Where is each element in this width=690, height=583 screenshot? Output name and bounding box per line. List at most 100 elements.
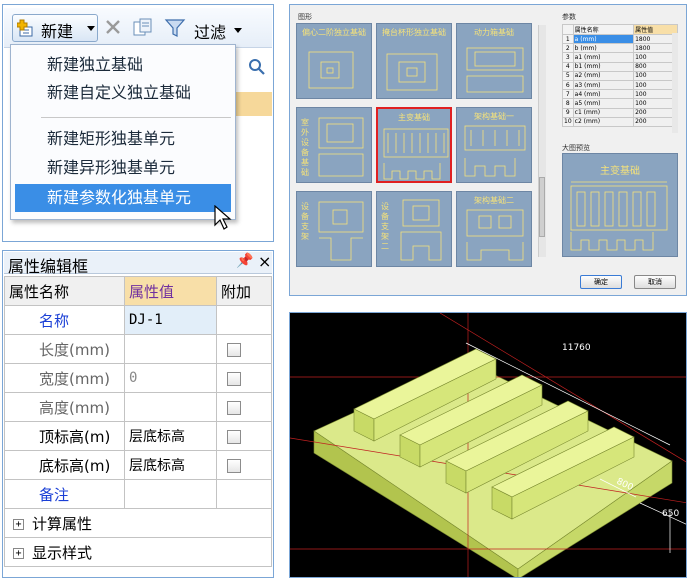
param-row[interactable]: 7 a4 (mm) 100 xyxy=(562,89,678,100)
extra-checkbox[interactable] xyxy=(227,400,241,415)
param-value[interactable]: 800 xyxy=(633,61,678,72)
shape-tile-title: 动力箱基础 xyxy=(474,28,514,37)
close-icon[interactable]: × xyxy=(258,252,271,271)
param-index: 6 xyxy=(562,79,574,91)
param-value[interactable]: 100 xyxy=(633,52,678,63)
property-value[interactable]: 0 xyxy=(124,363,217,393)
search-icon[interactable] xyxy=(248,58,266,76)
property-group[interactable]: + 显示样式 xyxy=(4,537,272,567)
property-name: 长度(mm) xyxy=(4,334,125,364)
shape-tile[interactable]: 掩台杯形独立基础 xyxy=(376,23,452,99)
cancel-button[interactable]: 取消 xyxy=(634,275,676,289)
param-table-header: 属性名称 属性值 xyxy=(562,24,678,35)
property-name: 高度(mm) xyxy=(4,392,125,422)
pin-icon[interactable]: 📌 xyxy=(236,253,253,269)
toolbar: 新建 过滤 xyxy=(4,8,272,48)
property-row[interactable]: 名称 DJ-1 xyxy=(4,305,272,335)
shape-tile[interactable]: 室外设备基础 xyxy=(296,107,372,183)
param-row[interactable]: 9 c1 (mm) 200 xyxy=(562,107,678,118)
param-value[interactable]: 200 xyxy=(633,116,678,127)
new-dropdown-button[interactable]: 新建 xyxy=(12,14,98,42)
property-group-row[interactable]: + 显示样式 xyxy=(4,537,272,567)
param-value[interactable]: 100 xyxy=(633,98,678,109)
delete-icon[interactable] xyxy=(104,18,122,36)
property-row[interactable]: 高度(mm) xyxy=(4,392,272,422)
property-extra xyxy=(216,392,272,422)
param-table: 属性名称 属性值 1a (mm) 1800 2 b (mm) 1800 3 a1 (mm) 1… xyxy=(562,24,678,127)
gallery-scrollbar-thumb[interactable] xyxy=(539,177,545,237)
shape-tile[interactable]: 设备支架二 xyxy=(376,191,452,267)
param-row[interactable]: 6 a3 (mm) 100 xyxy=(562,79,678,91)
expand-icon[interactable]: + xyxy=(13,518,24,530)
property-name: 顶标高(m) xyxy=(4,421,125,451)
ok-button[interactable]: 确定 xyxy=(580,275,622,289)
property-extra xyxy=(216,450,272,480)
param-row[interactable]: 2b (mm) 1800 xyxy=(562,43,678,54)
param-row[interactable]: 5 a2 (mm) 100 xyxy=(562,70,678,81)
extra-checkbox[interactable] xyxy=(227,371,241,386)
property-row[interactable]: 长度(mm) xyxy=(4,334,272,364)
mouse-cursor-icon xyxy=(214,205,232,230)
filter-icon[interactable] xyxy=(164,18,186,38)
3d-viewport[interactable]: 11760 800 650 xyxy=(289,312,687,578)
param-row[interactable]: 8 a5 (mm) 100 xyxy=(562,98,678,109)
property-value[interactable]: 层底标高 xyxy=(124,421,217,451)
shape-tile[interactable]: 设备支架 xyxy=(296,191,372,267)
param-index: 8 xyxy=(562,98,574,109)
menu-item-new-parametric-unit[interactable]: 新建参数化独基单元 xyxy=(15,184,231,212)
property-value[interactable] xyxy=(124,334,217,364)
filter-chevron-down-icon[interactable] xyxy=(234,28,242,33)
property-name: 宽度(mm) xyxy=(4,363,125,393)
param-name: a2 (mm) xyxy=(572,70,635,81)
param-col-value: 属性值 xyxy=(633,24,678,35)
param-row[interactable]: 10 c2 (mm) 200 xyxy=(562,116,678,127)
shape-tile[interactable]: 偏心二阶独立基础 xyxy=(296,23,372,99)
property-value[interactable] xyxy=(124,479,217,509)
param-index: 10 xyxy=(562,116,574,127)
extra-checkbox[interactable] xyxy=(227,342,241,357)
property-extra xyxy=(216,334,272,364)
param-row[interactable]: 1a (mm) 1800 xyxy=(562,33,678,45)
property-group-label: 计算属性 xyxy=(32,514,93,533)
property-name: 名称 xyxy=(4,305,125,335)
property-value[interactable]: DJ-1 xyxy=(124,305,217,335)
menu-item-new-custom-foundation[interactable]: 新建自定义独立基础 xyxy=(11,79,235,107)
property-row[interactable]: 顶标高(m) 层底标高 xyxy=(4,421,272,451)
new-item-icon xyxy=(17,19,33,37)
extra-checkbox[interactable] xyxy=(227,429,241,444)
param-value[interactable]: 100 xyxy=(633,70,678,81)
property-row[interactable]: 宽度(mm) 0 xyxy=(4,363,272,393)
preview-label: 大图预览 xyxy=(562,144,590,152)
param-value[interactable]: 100 xyxy=(633,89,678,100)
property-group-row[interactable]: + 计算属性 xyxy=(4,508,272,538)
param-row[interactable]: 4 b1 (mm) 800 xyxy=(562,61,678,72)
filter-button-label[interactable]: 过滤 xyxy=(194,19,226,43)
param-value[interactable]: 1800 xyxy=(633,33,678,45)
property-row[interactable]: 底标高(m) 层底标高 xyxy=(4,450,272,480)
property-panel-header: 属性编辑框 📌 × xyxy=(4,252,272,276)
param-value[interactable]: 200 xyxy=(633,107,678,118)
shape-tile-title: 设备支架 xyxy=(301,202,309,241)
property-group[interactable]: + 计算属性 xyxy=(4,508,272,538)
shape-tile[interactable]: 动力箱基础 xyxy=(456,23,532,99)
shape-tile[interactable]: 主变基础 xyxy=(376,107,452,183)
shape-tile-title: 架构基础二 xyxy=(474,196,514,205)
menu-item-new-independent-foundation[interactable]: 新建独立基础 xyxy=(11,51,235,79)
3d-foundation-model xyxy=(290,313,686,577)
param-value[interactable]: 1800 xyxy=(633,43,678,54)
param-scrollbar[interactable] xyxy=(672,33,678,133)
shape-tile[interactable]: 架构基础二 xyxy=(456,191,532,267)
property-value[interactable]: 层底标高 xyxy=(124,450,217,480)
param-value[interactable]: 100 xyxy=(633,79,678,91)
extra-checkbox[interactable] xyxy=(227,458,241,473)
expand-icon[interactable]: + xyxy=(13,547,24,559)
col-header-value: 属性值 xyxy=(124,276,217,306)
copy-icon[interactable] xyxy=(132,18,154,38)
property-row[interactable]: 备注 xyxy=(4,479,272,509)
param-index: 5 xyxy=(562,70,574,81)
param-row[interactable]: 3 a1 (mm) 100 xyxy=(562,52,678,63)
menu-item-new-rect-unit[interactable]: 新建矩形独基单元 xyxy=(11,125,235,153)
property-value[interactable] xyxy=(124,392,217,422)
menu-item-new-irregular-unit[interactable]: 新建异形独基单元 xyxy=(11,154,235,182)
shape-tile[interactable]: 架构基础一 xyxy=(456,107,532,183)
